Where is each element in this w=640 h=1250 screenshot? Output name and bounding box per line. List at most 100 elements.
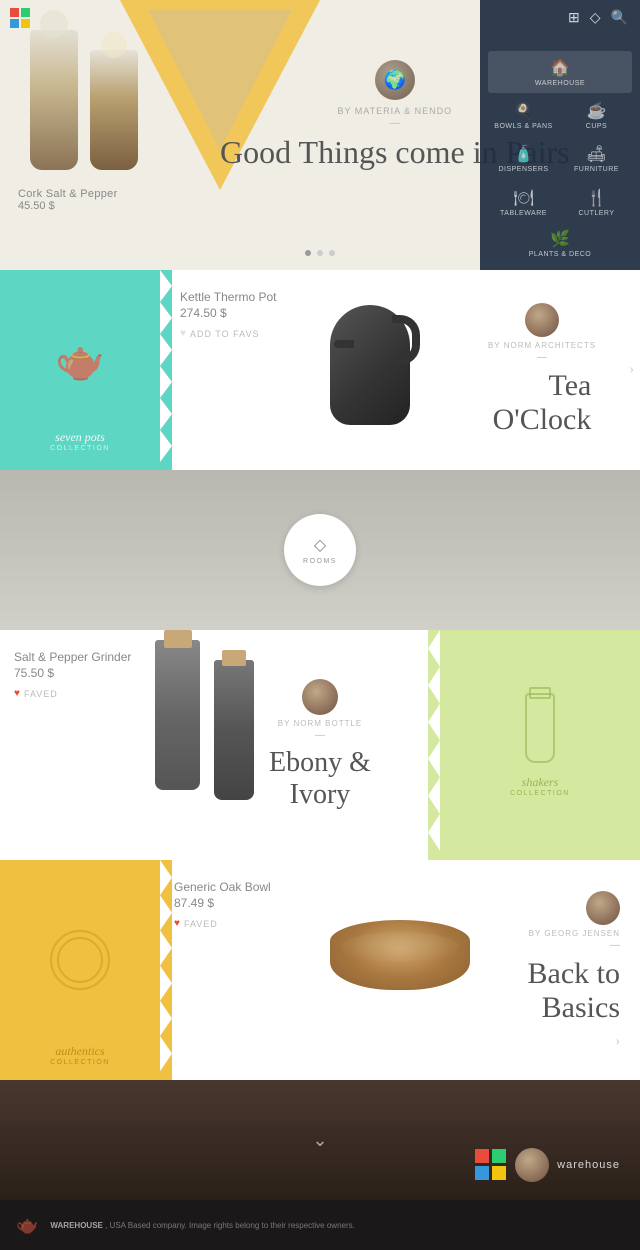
nav-dispensers-label: DISPENSERS (498, 166, 548, 173)
basics-chevron-right[interactable]: › (615, 1034, 620, 1050)
tea-title-line1: Tea (548, 369, 591, 402)
ebony-collection-panel: shakers COLLECTION (440, 630, 640, 860)
nav-furniture-icon: 🛋 (586, 144, 606, 164)
basics-author-avatar (586, 891, 620, 925)
footer-brand: WAREHOUSE (50, 1221, 102, 1230)
nav-plants-icon: 🌿 (550, 229, 570, 249)
nav-item-cups[interactable]: ☕ CUPS (561, 95, 632, 136)
dot-1[interactable] (305, 250, 311, 256)
tea-title-panel: BY NORM ARCHITECTS — Tea O'Clock › (460, 270, 640, 470)
bottom-scene: ⌄ warehouse (0, 1080, 640, 1200)
basics-collection-panel: authentics COLLECTION (0, 860, 160, 1080)
nav-search-icon[interactable]: 🔍 (611, 10, 628, 45)
basics-collection-sub: COLLECTION (50, 1059, 110, 1066)
ebony-collection-name: shakers (522, 775, 559, 790)
tea-product-info: Kettle Thermo Pot 274.50 $ ♥ ADD TO FAVS (160, 270, 460, 470)
nav-bowls-label: BOWLS & PANS (494, 123, 552, 130)
basics-title-line2: Basics (542, 991, 620, 1024)
nav-bowls-icon: 🍳 (514, 101, 534, 121)
tea-title: Tea O'Clock (493, 369, 592, 438)
logo-sq-blue (10, 19, 19, 28)
nav-item-dispensers[interactable]: 🧴 DISPENSERS (488, 138, 559, 179)
app-logo[interactable] (10, 8, 30, 28)
ebony-title: Ebony & Ivory (269, 747, 371, 811)
tea-chevron-right[interactable]: › (629, 362, 634, 378)
tea-favs-label: ADD TO FAVS (190, 329, 260, 339)
bottom-avatar (515, 1148, 549, 1182)
rooms-diamond-icon: ◇ (314, 535, 326, 555)
ebony-title-line2: Ivory (290, 779, 351, 810)
nav-item-warehouse[interactable]: 🏠 WAREHOUSE (488, 51, 632, 92)
hero-product-price: 45.50 $ (18, 200, 118, 212)
tea-collection-label: seven pots COLLECTION (50, 430, 110, 452)
ebony-faved[interactable]: ♥ FAVED (14, 688, 146, 699)
logo-sq-red (10, 8, 19, 17)
basics-product-price: 87.49 $ (174, 896, 426, 910)
tea-collection-name: seven pots (50, 430, 110, 445)
nav-tableware-icon: 🍽 (513, 188, 533, 208)
tea-heart-icon: ♥ (180, 328, 186, 339)
nav-item-cutlery[interactable]: 🍴 CUTLERY (561, 182, 632, 223)
hero-product-name: Cork Salt & Pepper (18, 188, 118, 200)
basics-title-line1: Back to (528, 957, 620, 990)
salt-shaker-right (90, 50, 138, 170)
basics-heart-icon: ♥ (174, 918, 180, 929)
tea-by-label: BY NORM ARCHITECTS (488, 341, 596, 350)
nav-item-tableware[interactable]: 🍽 TABLEWARE (488, 182, 559, 223)
ebony-section: Salt & Pepper Grinder 75.50 $ ♥ FAVED BY… (0, 630, 640, 860)
nav-grid-icon[interactable]: ⊞ (568, 10, 580, 45)
salt-shaker-left (30, 30, 78, 170)
dot-3[interactable] (329, 250, 335, 256)
basics-section: authentics COLLECTION Generic Oak Bowl 8… (0, 860, 640, 1080)
ebony-zigzag (428, 630, 440, 860)
ebony-collection-sub: COLLECTION (510, 790, 570, 797)
hero-dots (305, 250, 335, 256)
grinder-1 (155, 640, 200, 800)
ebony-faved-label: FAVED (24, 689, 58, 699)
hero-product-label: Cork Salt & Pepper 45.50 $ (18, 188, 118, 212)
nav-cups-icon: ☕ (587, 101, 607, 121)
basics-dash: — (610, 940, 620, 951)
ebony-center-text: BY NORM BOTTLE — Ebony & Ivory (220, 630, 420, 860)
teapot-icon: 🫖 (55, 337, 105, 384)
bottom-sq-red (475, 1149, 489, 1163)
bottom-sq-blue (475, 1166, 489, 1180)
bowl-shape (330, 920, 470, 990)
basics-title: Back to Basics (528, 957, 620, 1026)
nav-dispensers-icon: 🧴 (514, 144, 534, 164)
bowl-image (330, 920, 480, 1020)
basics-product-name: Generic Oak Bowl (174, 880, 426, 894)
shaker-icon (525, 693, 555, 763)
ebony-dash: — (315, 730, 325, 741)
tea-collection-sub: COLLECTION (50, 445, 110, 452)
nav-item-furniture[interactable]: 🛋 FURNITURE (561, 138, 632, 179)
nav-diamond-icon[interactable]: ◇ (590, 10, 601, 45)
ebony-title-line1: Ebony & (269, 747, 371, 778)
footer-text: WAREHOUSE , USA Based company. Image rig… (50, 1221, 624, 1230)
rooms-button[interactable]: ◇ ROOMS (284, 514, 356, 586)
tea-kettle-image (320, 285, 420, 455)
nav-furniture-label: FURNITURE (574, 166, 619, 173)
hero-avatar: 🌍 (375, 60, 415, 100)
ebony-heart-icon: ♥ (14, 688, 20, 699)
nav-warehouse-label: WAREHOUSE (535, 80, 585, 87)
footer: 🫖 WAREHOUSE , USA Based company. Image r… (0, 1200, 640, 1250)
bottom-logo-area: warehouse (475, 1148, 620, 1182)
rooms-section: ◇ ROOMS (0, 470, 640, 630)
scroll-down-arrow[interactable]: ⌄ (312, 1130, 327, 1151)
ebony-author-avatar (302, 679, 338, 715)
nav-item-bowls[interactable]: 🍳 BOWLS & PANS (488, 95, 559, 136)
footer-copy: , USA Based company. Image rights belong… (105, 1221, 355, 1230)
tea-title-line2: O'Clock (493, 403, 592, 436)
nav-cutlery-icon: 🍴 (587, 188, 607, 208)
nav-item-plants[interactable]: 🌿 PLANTS & DECO (488, 225, 632, 262)
bottom-color-grid (475, 1149, 507, 1181)
ebony-product-name: Salt & Pepper Grinder (14, 650, 146, 664)
bottom-sq-yellow (492, 1166, 506, 1180)
ebony-product-price: 75.50 $ (14, 666, 146, 680)
kettle-handle (392, 315, 420, 365)
grinder-body-1 (155, 640, 200, 790)
nav-plants-label: PLANTS & DECO (529, 251, 592, 258)
dot-2[interactable] (317, 250, 323, 256)
grinder-top-1 (164, 630, 192, 648)
